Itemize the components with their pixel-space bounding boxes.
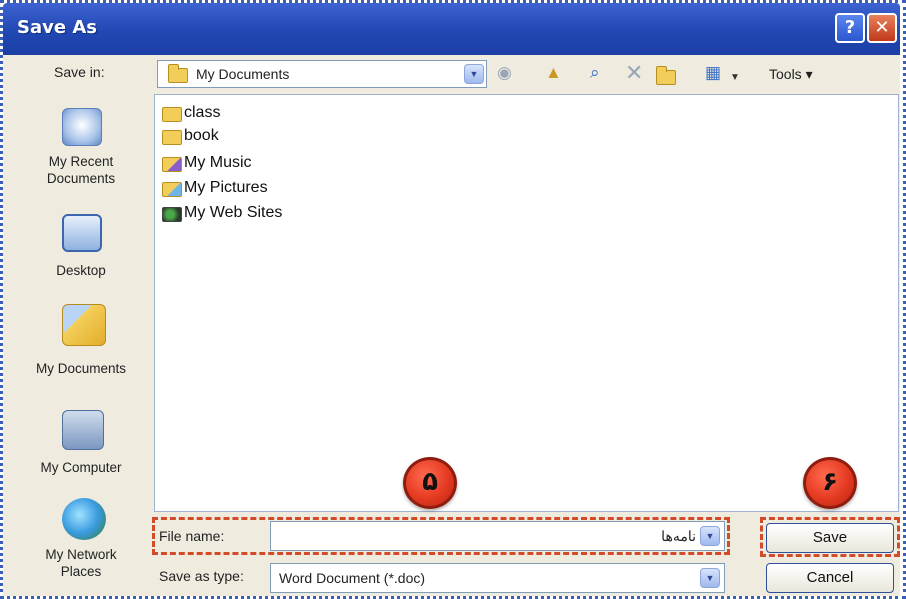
chevron-down-icon[interactable]: ▼ — [700, 568, 720, 588]
folder-icon — [162, 107, 182, 122]
save-in-label: Save in: — [54, 64, 105, 80]
my-computer-icon[interactable] — [62, 410, 104, 450]
views-icon[interactable]: ▦ — [705, 63, 721, 83]
step-5-callout: ۵ — [403, 457, 457, 509]
file-name: My Web Sites — [184, 204, 283, 221]
help-button[interactable]: ? — [835, 13, 865, 43]
cancel-button[interactable]: Cancel — [766, 563, 894, 593]
place-my-network-places[interactable]: My Network Places — [14, 546, 148, 580]
title-bar[interactable]: Save As ? ✕ — [3, 3, 900, 55]
highlight-file-name — [152, 517, 730, 555]
chevron-down-icon[interactable]: ▼ — [464, 64, 484, 84]
close-button[interactable]: ✕ — [867, 13, 897, 43]
place-label: My Recent — [48, 154, 114, 169]
save-in-value: My Documents — [196, 66, 290, 82]
recent-documents-icon[interactable] — [62, 108, 102, 146]
file-name: class — [184, 104, 221, 121]
place-my-documents[interactable]: My Documents — [14, 360, 148, 377]
my-documents-icon[interactable] — [62, 304, 106, 346]
desktop-icon[interactable] — [62, 214, 102, 252]
place-label: My Documents — [35, 361, 127, 376]
views-dropdown-icon[interactable]: ▼ — [730, 68, 740, 88]
place-my-recent-documents[interactable]: My Recent Documents — [14, 153, 148, 187]
up-folder-icon[interactable]: ▲ — [545, 63, 562, 83]
tools-menu[interactable]: Tools ▾ — [769, 66, 813, 83]
step-6-callout: ۶ — [803, 457, 857, 509]
place-label: My Computer — [40, 460, 122, 475]
folder-icon — [162, 130, 182, 145]
file-name: My Pictures — [184, 179, 268, 196]
place-label: My Network — [45, 547, 117, 562]
web-folder-icon — [162, 207, 182, 222]
place-desktop[interactable]: Desktop — [14, 262, 148, 279]
back-icon[interactable]: ◉ — [497, 63, 512, 83]
network-places-icon[interactable] — [62, 498, 106, 540]
location-folder-icon — [168, 64, 188, 83]
save-as-type-dropdown[interactable]: Word Document (*.doc) — [270, 563, 725, 593]
highlight-save-button — [760, 517, 900, 557]
music-folder-icon — [162, 157, 182, 172]
pictures-folder-icon — [162, 182, 182, 197]
place-my-computer[interactable]: My Computer — [14, 459, 148, 476]
window-title: Save As — [17, 17, 97, 38]
save-as-type-label: Save as type: — [159, 568, 244, 584]
search-web-icon[interactable]: ⌕ — [590, 63, 600, 83]
delete-icon[interactable]: ✕ — [625, 62, 643, 84]
place-label: Documents — [46, 171, 116, 186]
file-name: book — [184, 127, 219, 144]
place-label: Places — [60, 564, 102, 579]
place-label: Desktop — [56, 263, 106, 278]
new-folder-icon[interactable] — [656, 66, 676, 85]
file-list[interactable] — [154, 94, 899, 512]
file-name: My Music — [184, 154, 252, 171]
